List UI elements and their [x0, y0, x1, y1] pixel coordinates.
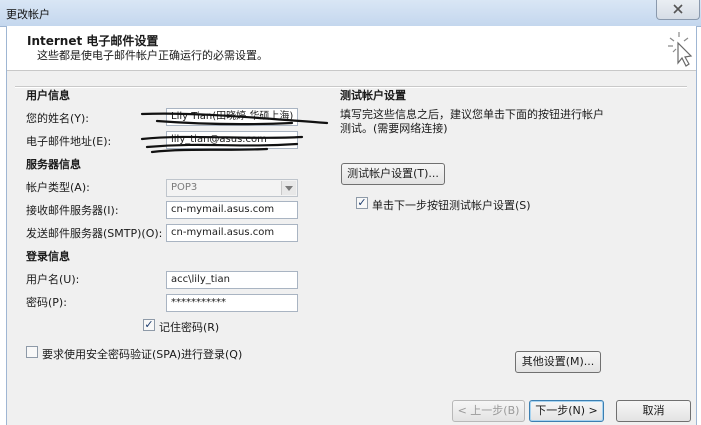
redaction-scribble	[140, 112, 329, 154]
close-button[interactable]	[656, 0, 700, 20]
close-icon[interactable]	[657, 0, 699, 18]
dialog-body: Internet 电子邮件设置 这些都是使电子邮件帐户正确运行的必需设置。 用户…	[6, 26, 697, 425]
window-title: 更改帐户	[6, 8, 50, 21]
title-bar: 更改帐户	[0, 0, 701, 27]
